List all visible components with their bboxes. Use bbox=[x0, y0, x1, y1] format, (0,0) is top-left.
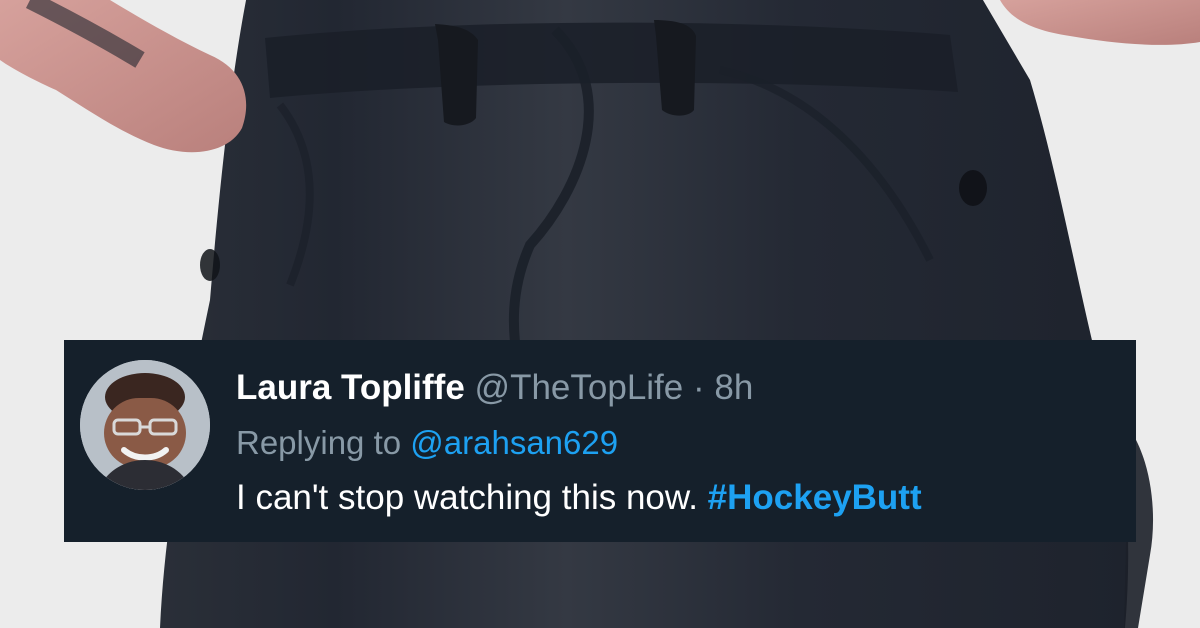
tweet-text: I can't stop watching this now. bbox=[236, 478, 708, 517]
reply-prefix: Replying to bbox=[236, 424, 411, 461]
timestamp[interactable]: 8h bbox=[714, 368, 753, 407]
meta-separator: · bbox=[692, 368, 715, 407]
reply-mention-link[interactable]: @arahsan629 bbox=[410, 424, 618, 461]
user-handle[interactable]: @TheTopLife bbox=[475, 368, 684, 407]
reply-context: Replying to @arahsan629 bbox=[236, 426, 618, 459]
avatar[interactable] bbox=[80, 360, 210, 490]
tweet-body: I can't stop watching this now. #HockeyB… bbox=[236, 480, 922, 515]
meme-image: Laura Topliffe @TheTopLife · 8h Replying… bbox=[0, 0, 1200, 628]
hashtag-link[interactable]: #HockeyButt bbox=[708, 478, 922, 517]
display-name[interactable]: Laura Topliffe bbox=[236, 368, 465, 407]
avatar-photo-icon bbox=[80, 360, 210, 490]
tweet-header: Laura Topliffe @TheTopLife · 8h bbox=[236, 370, 753, 405]
tweet-card: Laura Topliffe @TheTopLife · 8h Replying… bbox=[64, 340, 1136, 542]
